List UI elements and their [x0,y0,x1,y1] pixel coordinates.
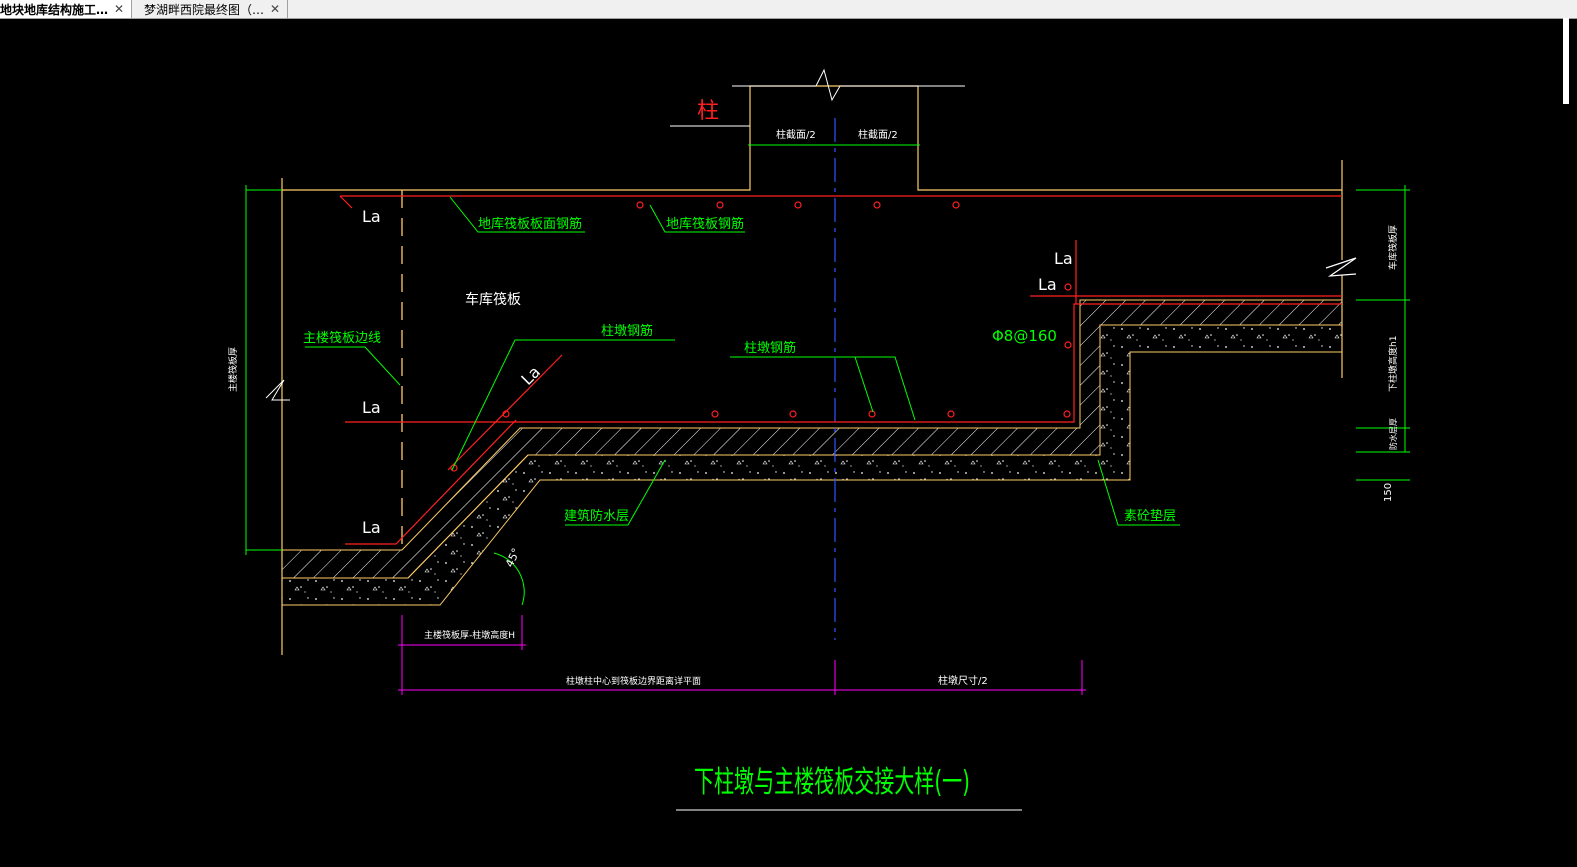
waterproof-layer-label: 建筑防水层 [564,508,629,524]
bottom-dim-label: 柱墩尺寸/2 [938,674,988,687]
garage-rebar-label: 地库筏板钢筋 [666,216,744,232]
tab-garage-structure[interactable]: 地块地库结构施工… ✕ [0,0,132,18]
rebar-spacing-label: Φ8@160 [992,327,1057,345]
tab-label: 梦湖畔西院最终图（… [144,2,265,17]
bottom-dim-label: 柱墩柱中心到筏板边界距离详平面 [566,675,701,687]
waterproof-hatch [281,299,1343,606]
garage-top-rebar-label: 地库筏板板面钢筋 [478,216,582,232]
la-label: La [362,398,381,417]
drawing-title: 下柱墩与主楼筏板交接大样(一) [694,765,970,800]
right-dim-label: 车库筏板厚 [1387,225,1399,270]
column-half-left-label: 柱截面/2 [776,128,816,141]
la-slant-label: La [517,362,544,389]
right-dim-label: 防水层厚 [1388,418,1398,450]
la-label: La [362,518,381,537]
close-icon[interactable]: ✕ [114,2,124,16]
angle-label: 45° [503,546,523,569]
main-raft-edge-label: 主楼筏板边线 [303,330,381,346]
pier-rebar-label: 柱墩钢筋 [601,323,653,339]
left-thickness-label: 主楼筏板厚 [227,347,239,392]
column-label: 柱 [697,99,719,124]
column-half-right-label: 柱截面/2 [858,128,898,141]
document-tab-bar: 地块地库结构施工… ✕ 梦湖畔西院最终图（… ✕ [0,0,1577,19]
tab-label: 地块地库结构施工… [0,2,109,17]
right-dim-label: 下柱墩高度h1 [1387,336,1399,392]
garage-raft-label: 车库筏板 [465,291,521,308]
left-thickness-dimension [245,185,290,555]
close-icon[interactable]: ✕ [270,2,280,16]
bottom-dim-label: 主楼筏板厚-柱墩高度H [424,629,515,641]
right-dim-label: 150 [1383,483,1394,502]
la-label: La [1038,275,1057,294]
cad-drawing-canvas[interactable]: 柱 柱截面/2 柱截面/2 La La La La La La 地库筏板板面钢筋… [0,18,1577,867]
concrete-cushion-label: 素砼垫层 [1124,508,1176,524]
tab-final-drawing[interactable]: 梦湖畔西院最终图（… ✕ [132,0,288,18]
pier-rebar-label: 柱墩钢筋 [744,340,796,356]
la-label: La [362,207,381,226]
la-label: La [1054,249,1073,268]
